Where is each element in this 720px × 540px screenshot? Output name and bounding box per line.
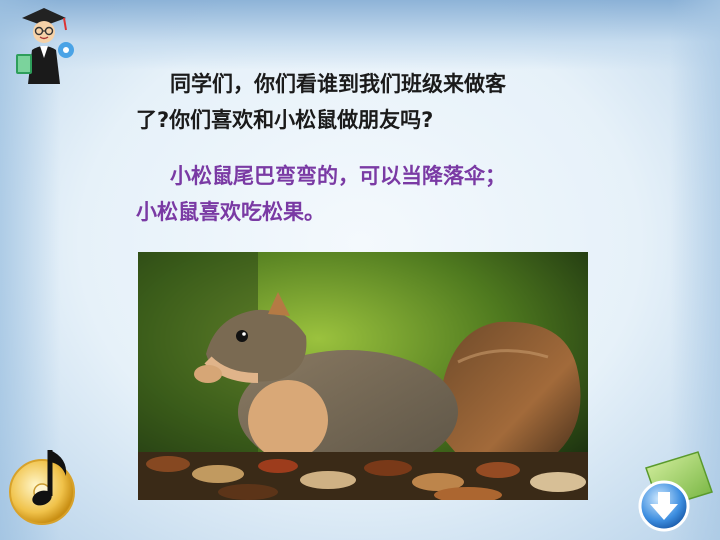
question-line-2: 了?你们喜欢和小松鼠做朋友吗? <box>136 108 434 132</box>
frost-decoration-top <box>0 0 720 70</box>
description-line-2: 小松鼠喜欢吃松果。 <box>136 200 325 224</box>
description-paragraph: 小松鼠尾巴弯弯的，可以当降落伞； 小松鼠喜欢吃松果。 <box>136 158 636 230</box>
question-line-1: 同学们，你们看谁到我们班级来做客 <box>170 72 506 96</box>
down-arrow-icon[interactable] <box>628 448 714 532</box>
question-paragraph: 同学们，你们看谁到我们班级来做客 了?你们喜欢和小松鼠做朋友吗? <box>136 66 636 138</box>
teacher-icon <box>16 8 74 84</box>
music-note-icon[interactable] <box>6 440 88 530</box>
squirrel-photo <box>138 252 588 500</box>
description-line-1: 小松鼠尾巴弯弯的，可以当降落伞； <box>170 164 506 188</box>
